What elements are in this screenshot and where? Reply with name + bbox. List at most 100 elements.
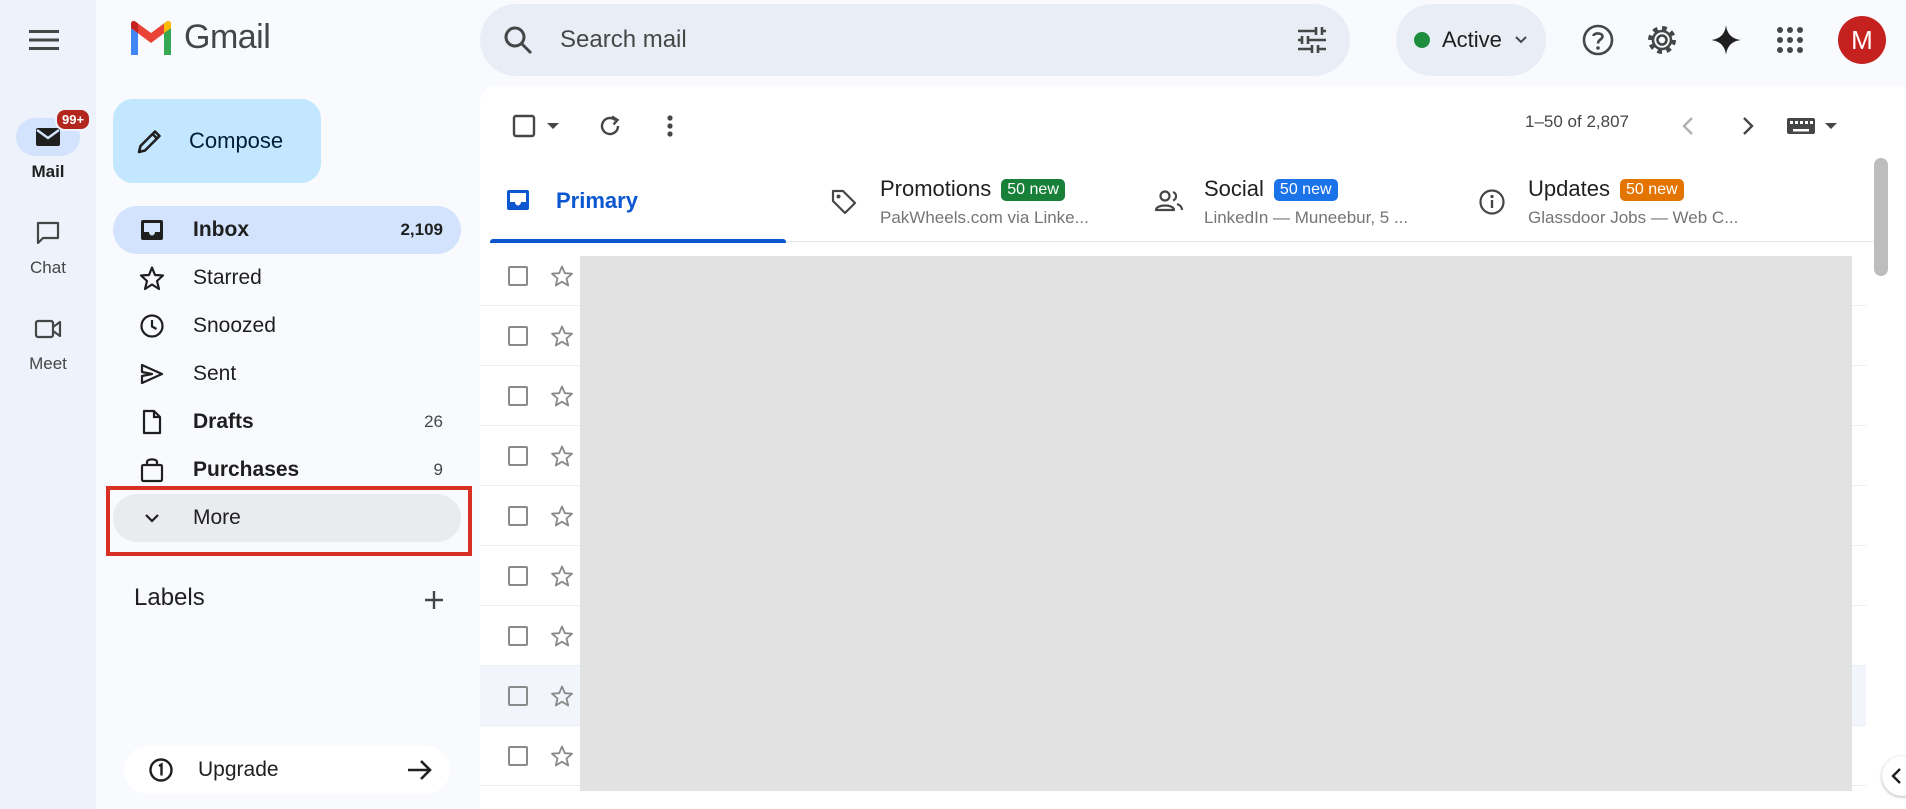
row-checkbox[interactable] (508, 506, 528, 526)
upgrade-button[interactable]: Upgrade (124, 746, 450, 794)
nav-inbox[interactable]: Inbox 2,109 (113, 206, 461, 254)
settings-button[interactable] (1640, 18, 1684, 62)
chat-icon (36, 221, 60, 245)
star-icon[interactable] (550, 564, 574, 588)
shopping-bag-icon (139, 457, 165, 483)
star-icon (139, 265, 165, 291)
arrow-right-icon (408, 760, 432, 780)
mail-unread-badge: 99+ (55, 108, 92, 131)
search-bar (480, 4, 1350, 76)
input-tools-button[interactable] (1780, 108, 1844, 144)
star-icon[interactable] (550, 264, 574, 288)
row-checkbox[interactable] (508, 626, 528, 646)
row-checkbox[interactable] (508, 566, 528, 586)
rail-chat-pill (16, 214, 80, 252)
app-name: Gmail (184, 18, 271, 56)
nav-drafts[interactable]: Drafts 26 (113, 398, 461, 446)
older-page-button[interactable] (1730, 108, 1766, 144)
star-icon[interactable] (550, 744, 574, 768)
nav-inbox-label: Inbox (193, 218, 249, 241)
gmail-m-icon (131, 20, 171, 55)
row-checkbox[interactable] (508, 746, 528, 766)
tab-promotions-title: Promotions 50 new (880, 176, 1065, 202)
star-icon[interactable] (550, 624, 574, 648)
tab-updates-label: Updates (1528, 176, 1610, 201)
tab-primary-label: Primary (556, 188, 638, 213)
tab-updates-title: Updates 50 new (1528, 176, 1684, 202)
create-label-button[interactable] (420, 586, 448, 614)
tab-updates[interactable]: Updates 50 new Glassdoor Jobs — Web C... (1462, 164, 1762, 242)
row-checkbox[interactable] (508, 446, 528, 466)
chevron-left-icon (1891, 768, 1901, 784)
highlight-box (106, 486, 472, 556)
tag-icon (831, 189, 857, 215)
row-checkbox[interactable] (508, 386, 528, 406)
star-icon[interactable] (550, 444, 574, 468)
video-camera-icon (34, 319, 62, 339)
rail-mail[interactable]: 99+ Mail (0, 108, 96, 182)
row-checkbox[interactable] (508, 266, 528, 286)
rail-meet[interactable]: Meet (0, 310, 96, 374)
rail-mail-pill: 99+ (16, 108, 92, 156)
updates-new-badge: 50 new (1619, 179, 1684, 201)
nav-drafts-label: Drafts (193, 410, 254, 433)
nav-starred[interactable]: Starred (113, 254, 461, 302)
tab-social[interactable]: Social 50 new LinkedIn — Muneebur, 5 ... (1138, 164, 1438, 242)
row-checkbox[interactable] (508, 326, 528, 346)
category-tabs: Primary Promotions 50 new PakWheels.com v… (490, 164, 1880, 243)
info-icon (1479, 189, 1505, 215)
star-icon[interactable] (550, 384, 574, 408)
rail-meet-label: Meet (29, 354, 67, 373)
support-button[interactable] (1576, 18, 1620, 62)
nav-sent[interactable]: Sent (113, 350, 461, 398)
tab-promotions[interactable]: Promotions 50 new PakWheels.com via Linke… (814, 164, 1114, 242)
pagination-info: 1–50 of 2,807 (1525, 112, 1629, 131)
star-icon[interactable] (550, 324, 574, 348)
rail-mail-label: Mail (31, 162, 65, 181)
people-icon (1154, 190, 1184, 212)
newer-page-button[interactable] (1670, 108, 1706, 144)
search-filter-icon[interactable] (1296, 26, 1328, 54)
tab-social-label: Social (1204, 176, 1264, 201)
nav-snoozed[interactable]: Snoozed (113, 302, 461, 350)
search-icon[interactable] (502, 24, 534, 56)
select-all-checkbox[interactable] (506, 108, 566, 144)
row-checkbox[interactable] (508, 686, 528, 706)
rail-chat[interactable]: Chat (0, 214, 96, 278)
rail-chat-label: Chat (30, 258, 66, 277)
apps-button[interactable] (1768, 18, 1812, 62)
refresh-icon (600, 115, 620, 136)
account-avatar[interactable]: M (1838, 16, 1886, 64)
scrollbar-thumb[interactable] (1874, 158, 1888, 276)
app-rail: 99+ Mail Chat Meet (0, 0, 96, 809)
inbox-icon (507, 190, 529, 210)
nav-purchases-label: Purchases (193, 458, 300, 481)
search-input[interactable] (560, 20, 1200, 60)
status-selector[interactable]: Active (1396, 4, 1546, 76)
promotions-new-badge: 50 new (1001, 179, 1065, 201)
help-icon (1582, 24, 1614, 56)
send-icon (139, 361, 165, 387)
upgrade-badge-icon (149, 758, 173, 782)
draft-file-icon (139, 409, 165, 435)
chevron-right-icon (1743, 117, 1754, 135)
gmail-logo[interactable]: Gmail (128, 18, 271, 57)
checkbox-icon (512, 114, 536, 138)
star-icon[interactable] (550, 504, 574, 528)
mail-list-panel: 1–50 of 2,807 Primary Promotions 50 new P… (480, 86, 1906, 809)
gear-icon (1648, 26, 1676, 54)
tab-promotions-snippet: PakWheels.com via Linke... (880, 208, 1089, 227)
star-icon[interactable] (550, 684, 574, 708)
labels-heading: Labels (134, 584, 205, 611)
refresh-button[interactable] (592, 108, 628, 144)
more-actions-button[interactable] (652, 108, 688, 144)
gemini-button[interactable] (1704, 18, 1748, 62)
main-menu-button[interactable] (22, 20, 66, 60)
chevron-left-icon (1682, 117, 1693, 135)
chevron-down-icon (1825, 123, 1837, 129)
compose-button[interactable]: Compose (113, 99, 321, 183)
nav-sent-label: Sent (193, 362, 237, 385)
tab-primary[interactable]: Primary (490, 164, 790, 243)
plus-icon (425, 591, 443, 609)
social-new-badge: 50 new (1273, 179, 1338, 201)
